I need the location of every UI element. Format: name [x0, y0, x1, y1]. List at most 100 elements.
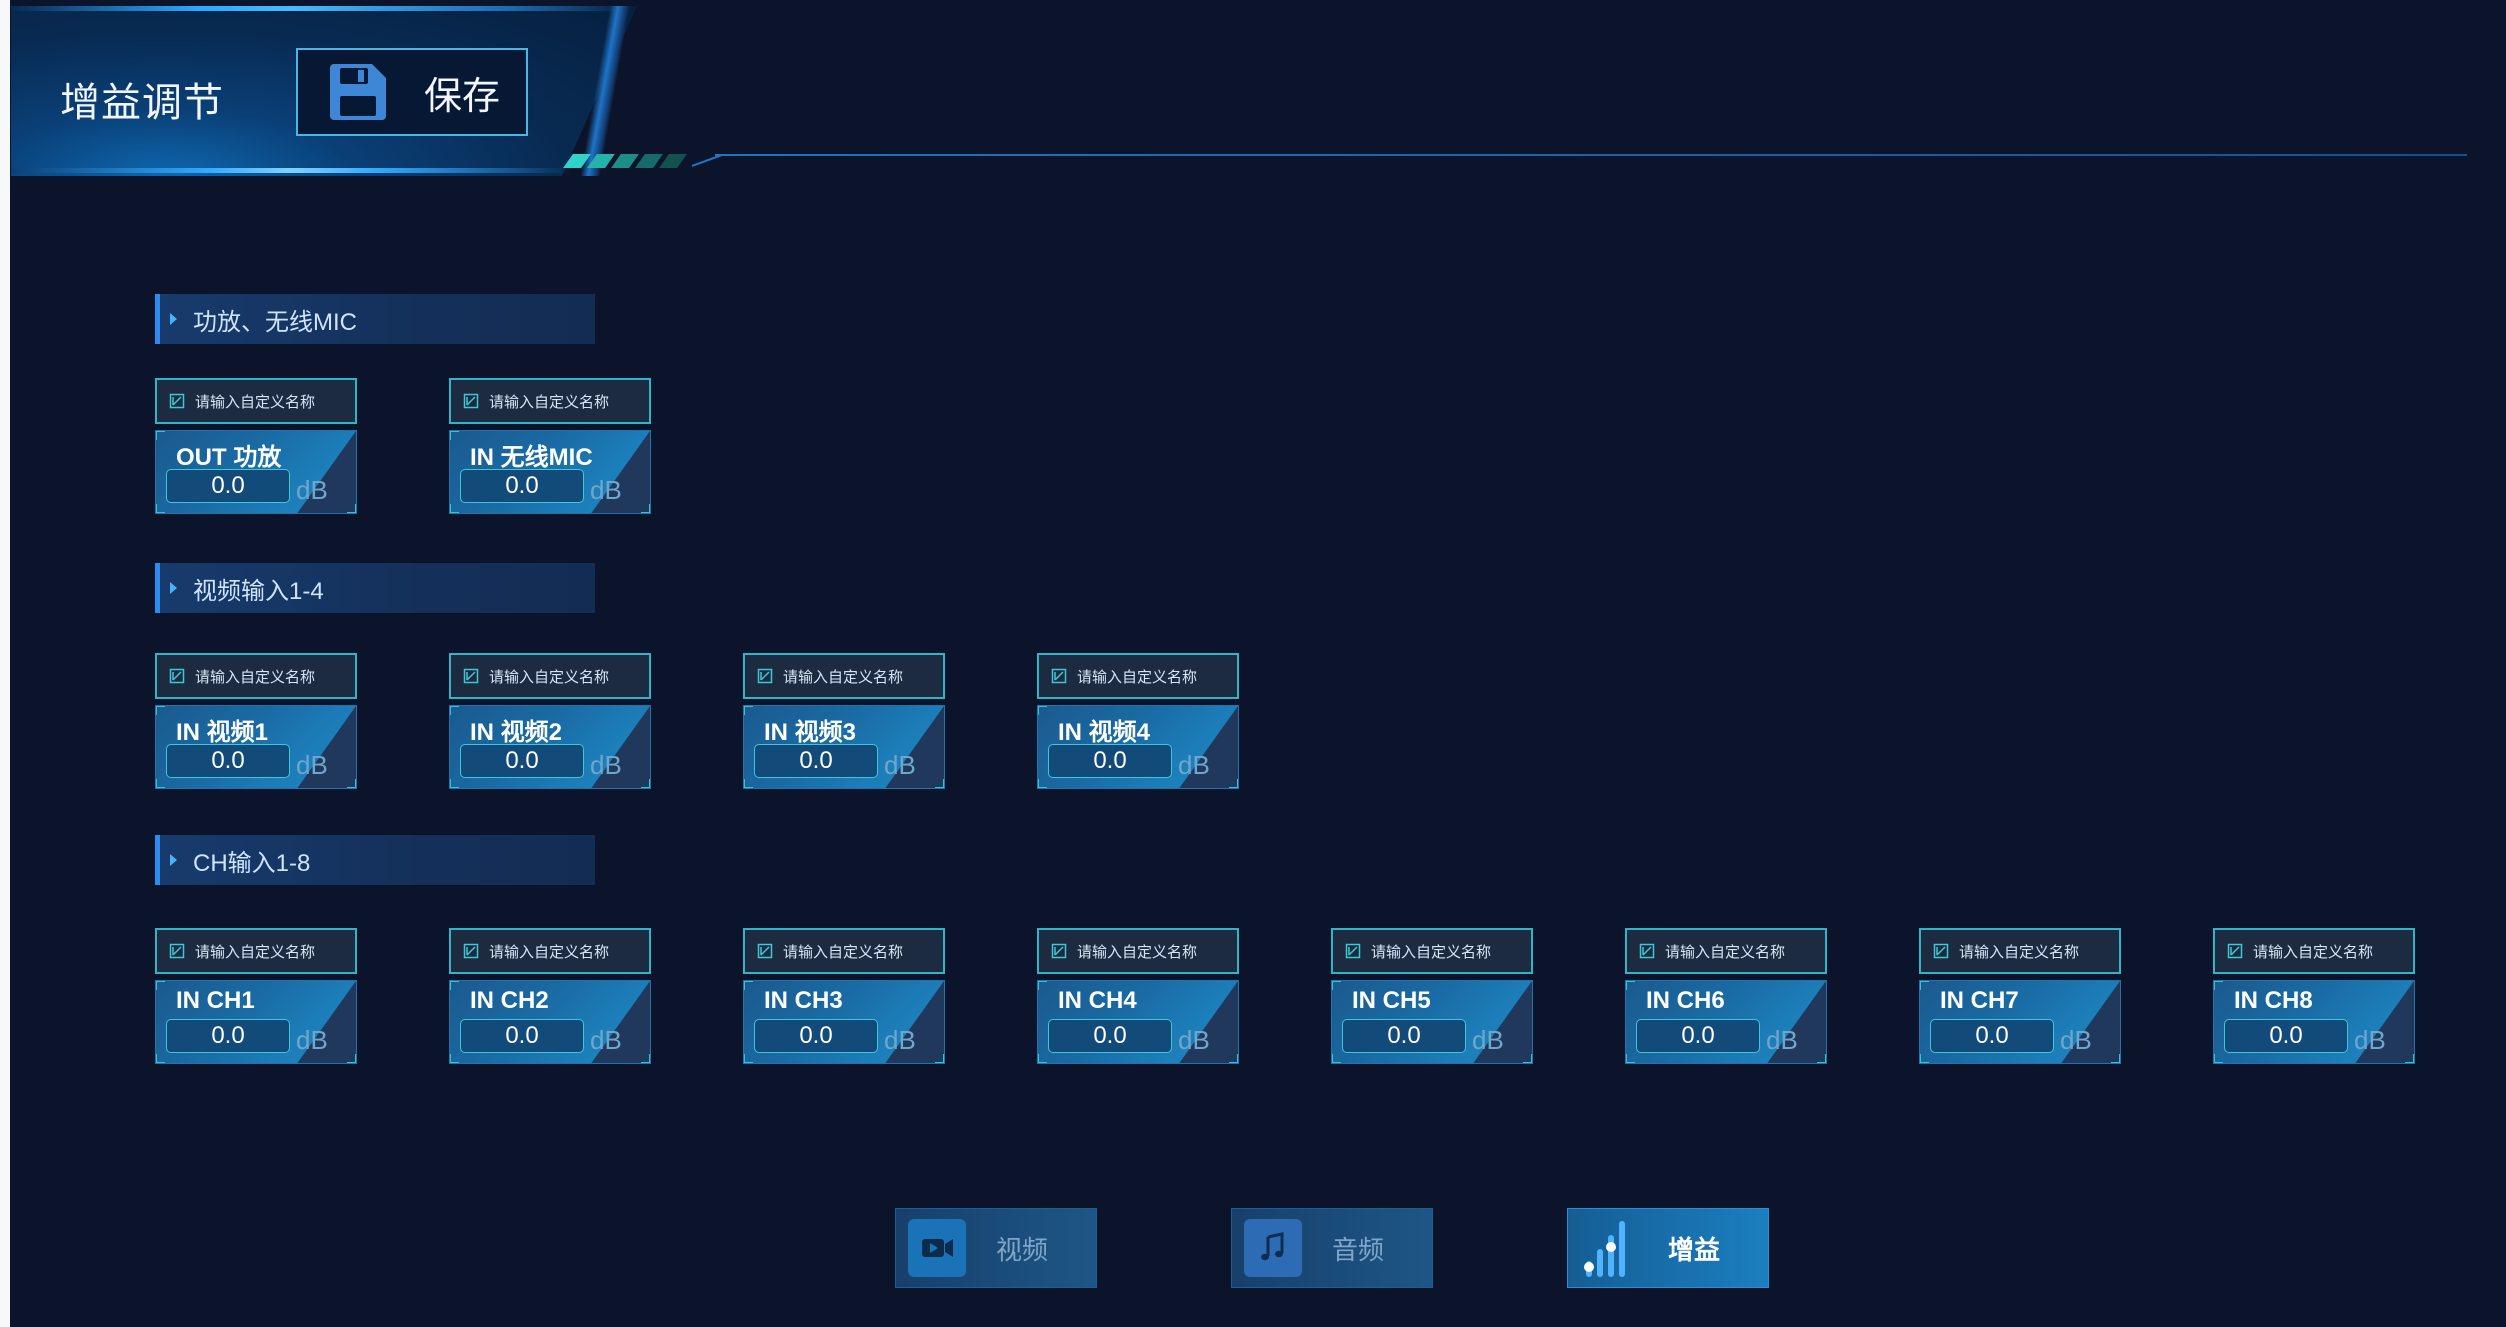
channel-name-input[interactable]: 请输入自定义名称 — [449, 378, 651, 424]
panel-corner — [2405, 1054, 2414, 1063]
gain-channel-card: 请输入自定义名称 IN 视频2 0.0 dB — [449, 653, 651, 789]
panel-corner — [156, 1054, 165, 1063]
channel-label: IN 视频1 — [176, 719, 269, 746]
channel-name-placeholder: 请输入自定义名称 — [195, 668, 316, 686]
gain-unit: dB — [296, 1025, 328, 1055]
edit-icon — [463, 668, 479, 684]
channel-name-input[interactable]: 请输入自定义名称 — [1919, 928, 2121, 974]
edit-icon — [757, 943, 773, 959]
gain-panel: OUT 功放 0.0 dB — [155, 430, 357, 514]
gain-value-input[interactable]: 0.0 — [1930, 1019, 2054, 1053]
header-edge-highlight — [570, 6, 640, 176]
panel-corner — [156, 504, 165, 513]
gain-unit: dB — [884, 1025, 916, 1055]
channel-name-input[interactable]: 请输入自定义名称 — [743, 928, 945, 974]
channel-name-input[interactable]: 请输入自定义名称 — [449, 653, 651, 699]
gain-panel: IN 视频4 0.0 dB — [1037, 705, 1239, 789]
gain-panel: IN CH1 0.0 dB — [155, 980, 357, 1064]
section-header: 视频输入1-4 — [155, 563, 595, 613]
gain-unit: dB — [590, 1025, 622, 1055]
channel-name-placeholder: 请输入自定义名称 — [1077, 668, 1198, 686]
edit-icon — [169, 668, 185, 684]
channel-name-input[interactable]: 请输入自定义名称 — [155, 378, 357, 424]
window-edge — [0, 0, 10, 1327]
channel-label: IN CH6 — [1646, 987, 1725, 1014]
header-stripes — [563, 154, 687, 168]
panel-corner — [450, 504, 459, 513]
panel-corner — [1920, 1054, 1929, 1063]
page-title: 增益调节 — [60, 81, 224, 125]
channel-name-input[interactable]: 请输入自定义名称 — [743, 653, 945, 699]
channel-label: IN 无线MIC — [470, 444, 593, 471]
channel-name-placeholder: 请输入自定义名称 — [195, 943, 316, 961]
edit-icon — [463, 393, 479, 409]
edit-icon — [1051, 668, 1067, 684]
edit-icon — [2227, 943, 2243, 959]
gain-value-input[interactable]: 0.0 — [1342, 1019, 1466, 1053]
gain-value-input[interactable]: 0.0 — [754, 744, 878, 778]
gain-unit: dB — [1178, 750, 1210, 780]
music-note-icon — [1244, 1219, 1302, 1277]
gain-panel: IN 视频3 0.0 dB — [743, 705, 945, 789]
channel-name-input[interactable]: 请输入自定义名称 — [1625, 928, 1827, 974]
nav-audio-button[interactable]: 音频 — [1231, 1208, 1433, 1288]
nav-gain-button[interactable]: 增益 — [1567, 1208, 1769, 1288]
gain-value-input[interactable]: 0.0 — [166, 1019, 290, 1053]
edit-icon — [463, 943, 479, 959]
gain-channel-card: 请输入自定义名称 IN CH7 0.0 dB — [1919, 928, 2121, 1064]
gain-value-input[interactable]: 0.0 — [754, 1019, 878, 1053]
section-title: 功放、无线MIC — [193, 308, 357, 336]
gain-channel-card: 请输入自定义名称 IN 视频1 0.0 dB — [155, 653, 357, 789]
panel-corner — [641, 779, 650, 788]
edit-icon — [1933, 943, 1949, 959]
channel-name-input[interactable]: 请输入自定义名称 — [1037, 653, 1239, 699]
panel-corner — [347, 1054, 356, 1063]
panel-corner — [156, 779, 165, 788]
panel-corner — [1229, 1054, 1238, 1063]
channel-name-placeholder: 请输入自定义名称 — [195, 393, 316, 411]
panel-corner — [935, 1054, 944, 1063]
gain-value-input[interactable]: 0.0 — [166, 744, 290, 778]
channel-label: IN CH5 — [1352, 987, 1431, 1014]
panel-corner — [744, 706, 753, 715]
panel-corner — [450, 779, 459, 788]
gain-unit: dB — [2354, 1025, 2386, 1055]
nav-video-label: 视频 — [996, 1234, 1049, 1265]
gain-value-input[interactable]: 0.0 — [460, 744, 584, 778]
channel-name-input[interactable]: 请输入自定义名称 — [155, 653, 357, 699]
channel-name-input[interactable]: 请输入自定义名称 — [155, 928, 357, 974]
save-button[interactable]: 保存 — [296, 48, 528, 136]
gain-unit: dB — [590, 475, 622, 505]
channel-label: IN CH8 — [2234, 987, 2313, 1014]
channel-name-placeholder: 请输入自定义名称 — [489, 668, 610, 686]
gain-panel: IN CH6 0.0 dB — [1625, 980, 1827, 1064]
gain-value-input[interactable]: 0.0 — [1048, 744, 1172, 778]
edit-icon — [169, 393, 185, 409]
nav-video-button[interactable]: 视频 — [895, 1208, 1097, 1288]
gain-value-input[interactable]: 0.0 — [460, 469, 584, 503]
section-caret-icon — [170, 854, 177, 866]
gain-unit: dB — [590, 750, 622, 780]
channel-name-placeholder: 请输入自定义名称 — [489, 943, 610, 961]
header-divider-line — [715, 154, 2467, 156]
gain-value-input[interactable]: 0.0 — [1636, 1019, 1760, 1053]
header-top-glow — [11, 6, 631, 11]
channel-name-placeholder: 请输入自定义名称 — [783, 943, 904, 961]
gain-value-input[interactable]: 0.0 — [166, 469, 290, 503]
save-button-label: 保存 — [424, 75, 501, 118]
gain-unit: dB — [1178, 1025, 1210, 1055]
gain-value-input[interactable]: 0.0 — [2224, 1019, 2348, 1053]
channel-name-placeholder: 请输入自定义名称 — [1665, 943, 1786, 961]
channel-name-input[interactable]: 请输入自定义名称 — [1037, 928, 1239, 974]
channel-name-input[interactable]: 请输入自定义名称 — [449, 928, 651, 974]
panel-corner — [2214, 981, 2223, 990]
header-bottom-glow — [11, 168, 571, 173]
gain-channel-card: 请输入自定义名称 IN 无线MIC 0.0 dB — [449, 378, 651, 514]
gain-value-input[interactable]: 0.0 — [1048, 1019, 1172, 1053]
gain-panel: IN CH5 0.0 dB — [1331, 980, 1533, 1064]
gain-value-input[interactable]: 0.0 — [460, 1019, 584, 1053]
panel-corner — [744, 981, 753, 990]
channel-name-input[interactable]: 请输入自定义名称 — [2213, 928, 2415, 974]
channel-name-input[interactable]: 请输入自定义名称 — [1331, 928, 1533, 974]
gain-channel-card: 请输入自定义名称 IN CH4 0.0 dB — [1037, 928, 1239, 1064]
